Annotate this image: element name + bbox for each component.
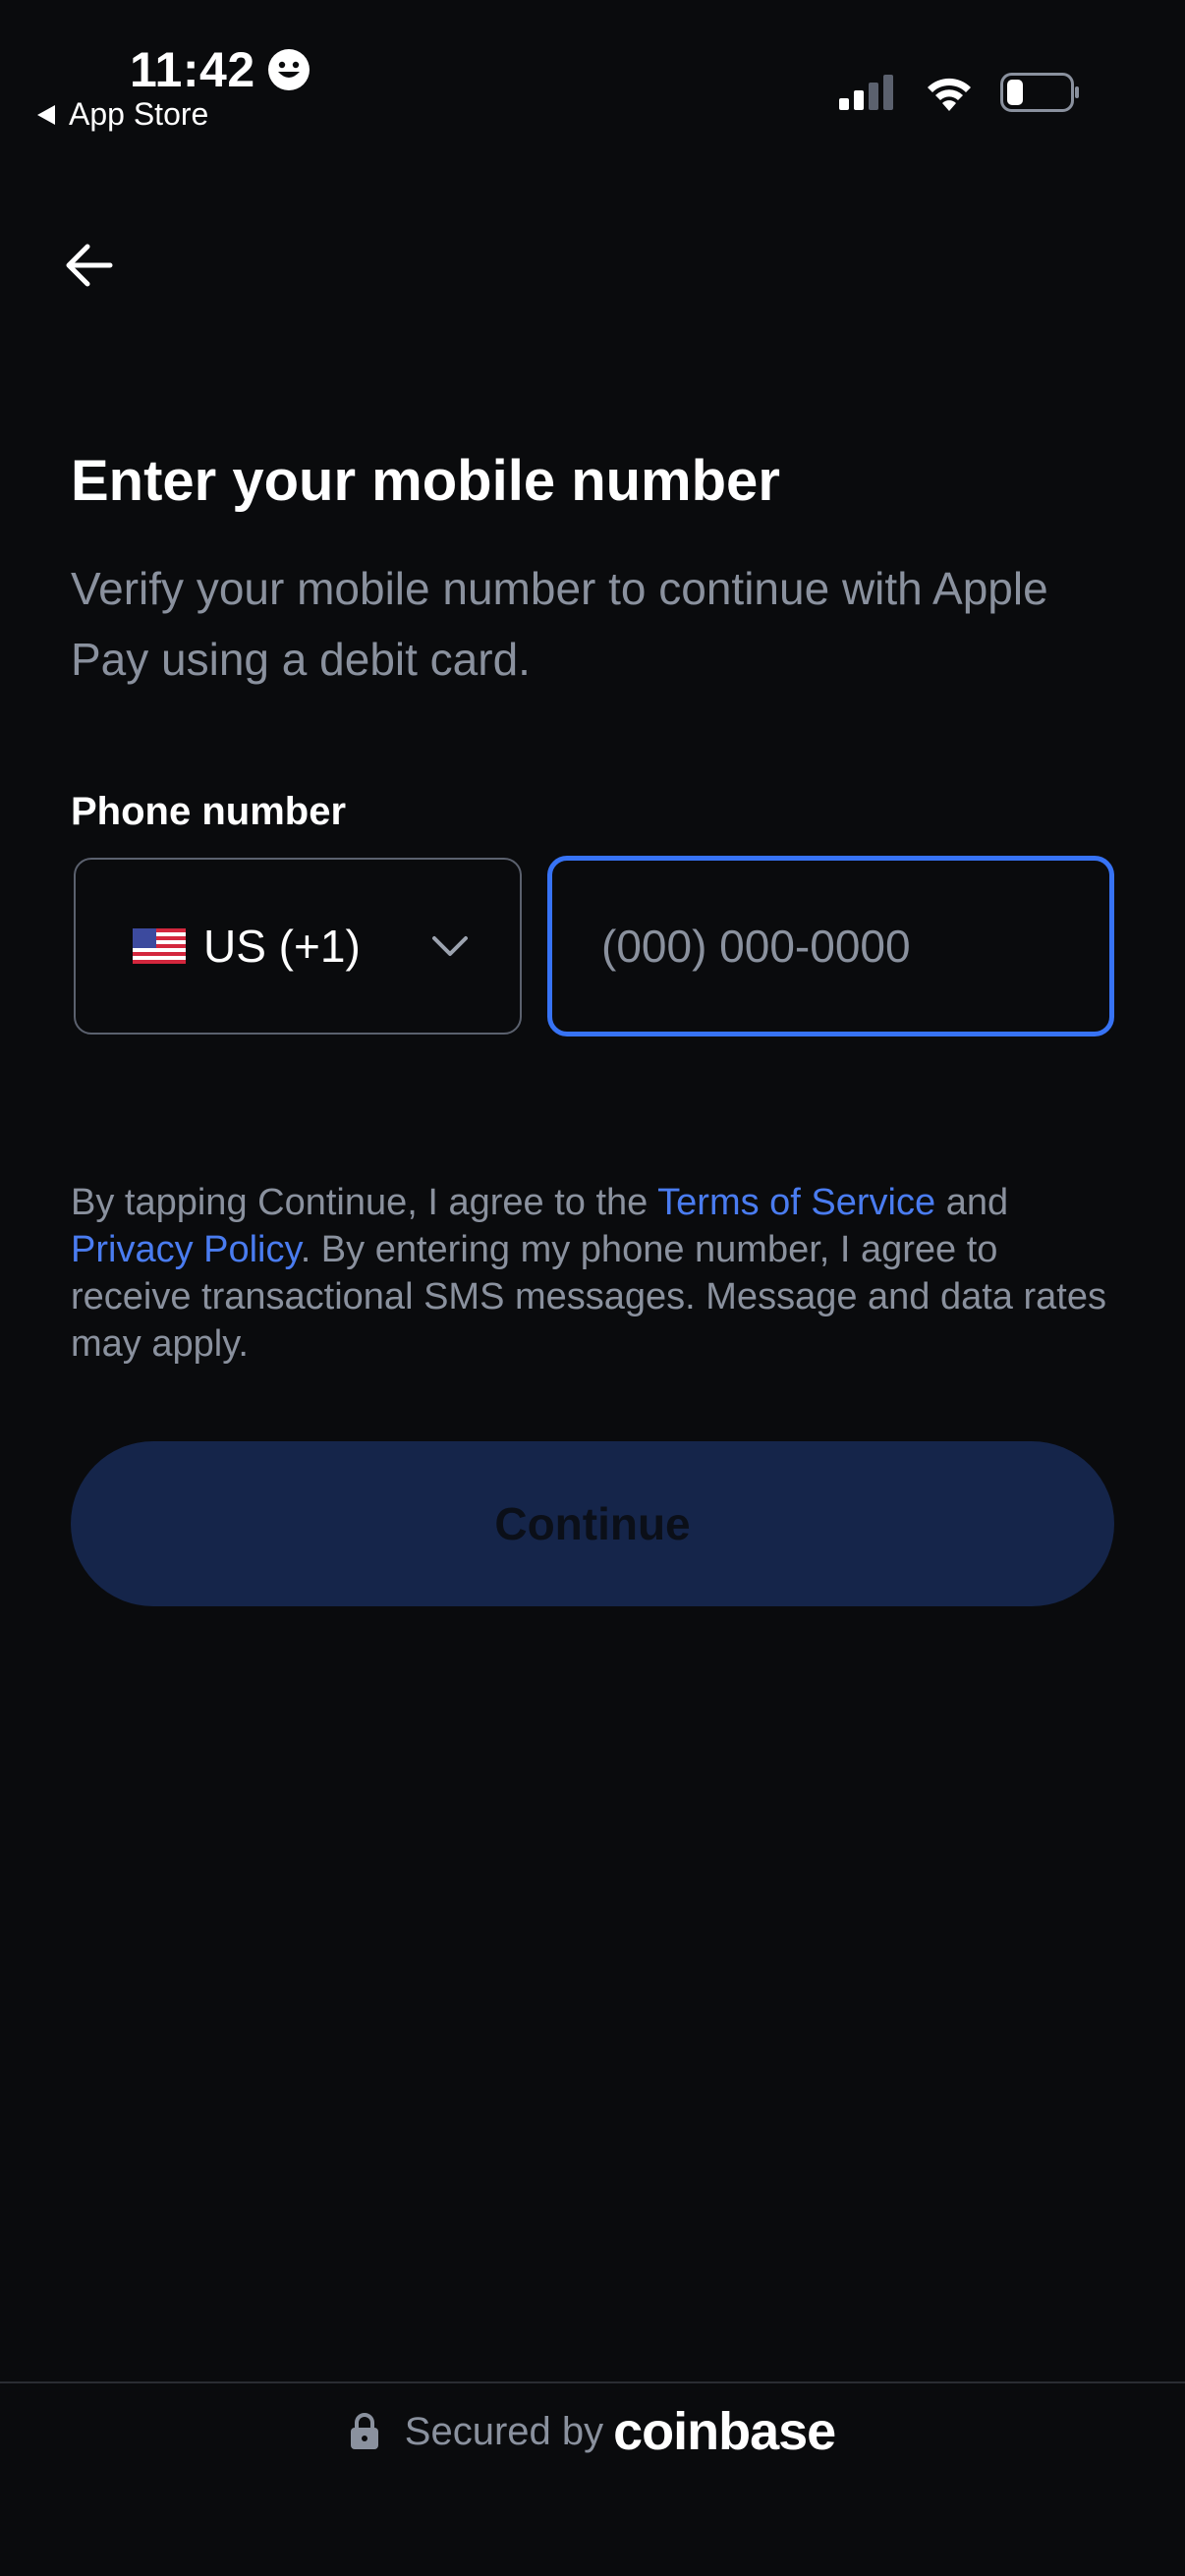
- country-code-select[interactable]: US (+1): [74, 858, 522, 1035]
- back-button[interactable]: [57, 234, 120, 297]
- lock-icon: [350, 2413, 378, 2449]
- page-subtitle: Verify your mobile number to continue wi…: [71, 563, 1048, 685]
- status-indicators: [839, 73, 1081, 112]
- us-flag-icon: [133, 928, 186, 964]
- terms-of-service-link[interactable]: Terms of Service: [657, 1182, 935, 1223]
- phone-number-label: Phone number: [71, 790, 347, 833]
- legal-disclaimer: By tapping Continue, I agree to the Term…: [71, 1179, 1112, 1368]
- page-title: Enter your mobile number: [71, 449, 780, 513]
- status-bar-time: 11:42: [130, 41, 310, 98]
- back-to-app-store[interactable]: App Store: [35, 96, 208, 133]
- privacy-policy-link[interactable]: Privacy Policy: [71, 1229, 301, 1270]
- country-code-value: US (+1): [203, 921, 361, 972]
- legal-text-2: and: [935, 1182, 1009, 1223]
- wifi-icon: [928, 78, 971, 111]
- footer-divider: [0, 2381, 1185, 2383]
- back-app-label: App Store: [69, 96, 209, 132]
- phone-number-input[interactable]: [547, 856, 1114, 1036]
- chevron-down-icon: [432, 936, 468, 956]
- battery-icon: [1000, 73, 1079, 112]
- secured-by-text: Secured by: [404, 2409, 604, 2453]
- page: 11:42 App Store Enter your mobile number…: [0, 0, 1185, 2576]
- back-triangle-icon: [37, 104, 55, 125]
- legal-text-1: By tapping Continue, I agree to the: [71, 1182, 658, 1223]
- footer: Secured by coinbase: [0, 2397, 1185, 2466]
- continue-button[interactable]: Continue: [71, 1441, 1114, 1606]
- back-arrow-icon: [66, 244, 113, 287]
- time-text: 11:42: [130, 42, 255, 97]
- coinbase-logo: coinbase: [613, 2402, 836, 2461]
- signal-icon: [839, 75, 893, 110]
- smiley-icon: [267, 49, 310, 90]
